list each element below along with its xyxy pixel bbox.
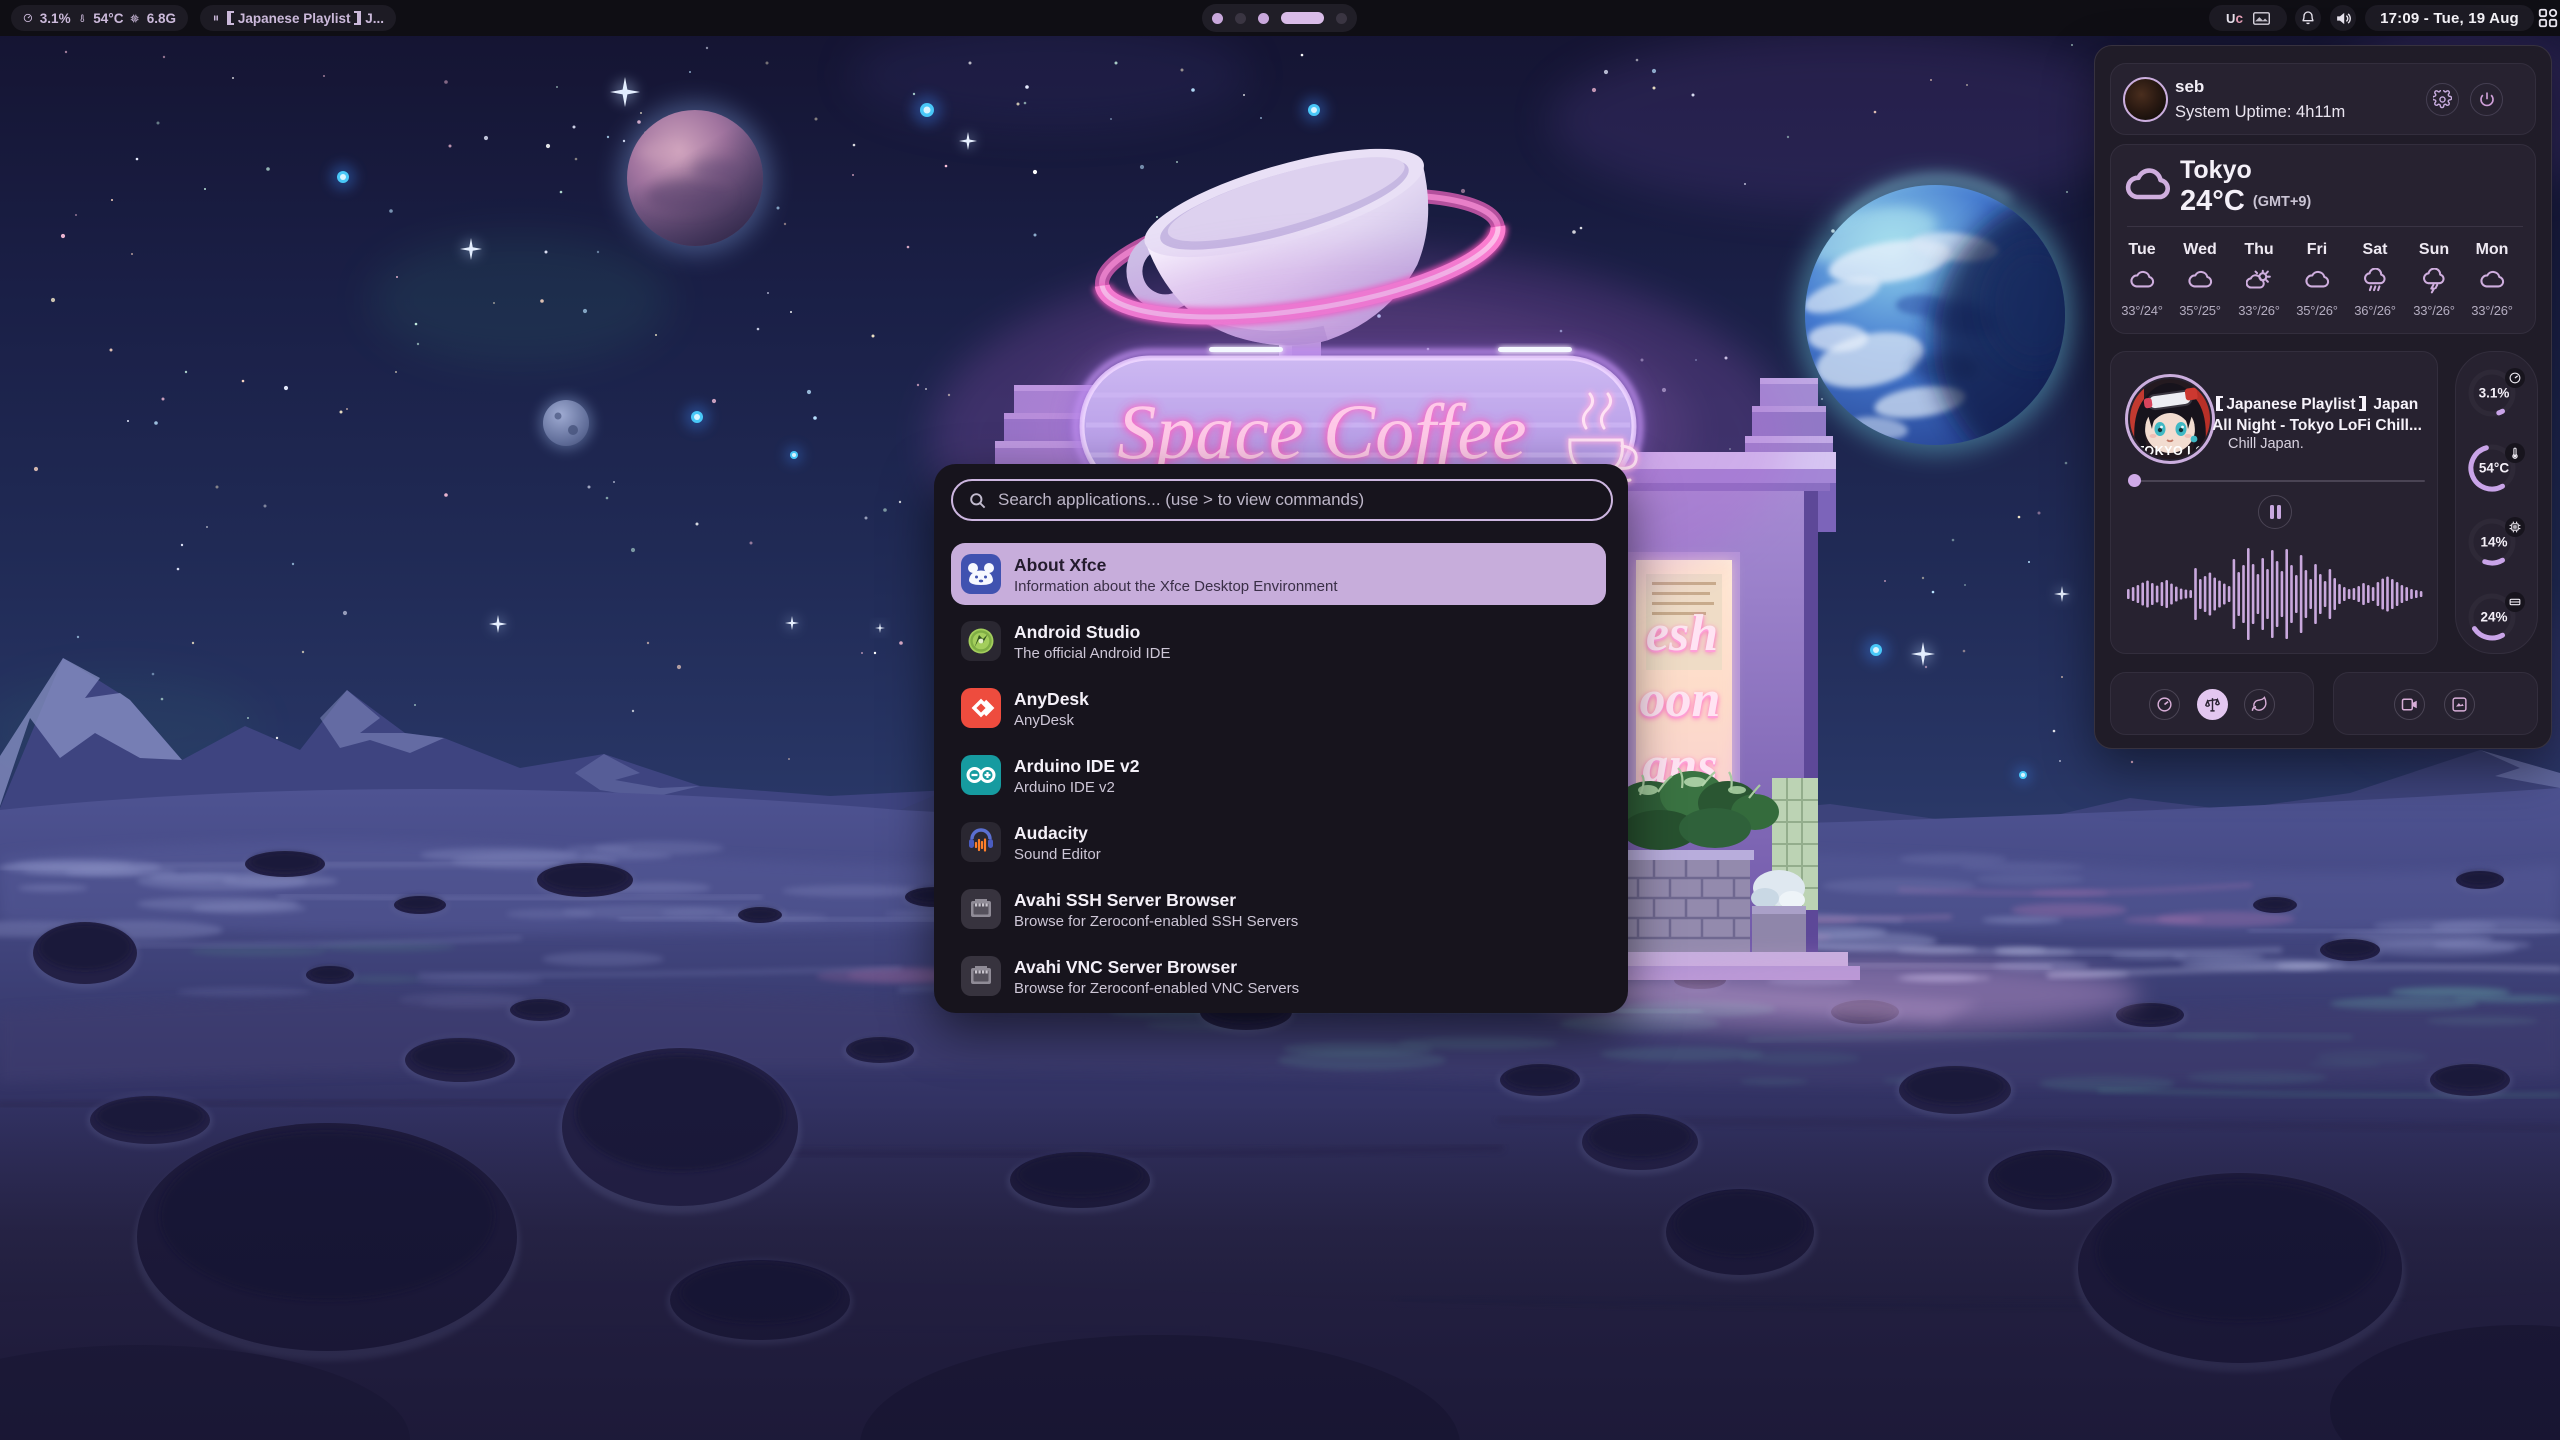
- svg-text:esh: esh: [1646, 605, 1718, 662]
- svg-text:3.1%: 3.1%: [2479, 386, 2510, 401]
- svg-text:24%: 24%: [2480, 610, 2507, 625]
- svg-text:oon: oon: [1640, 671, 1721, 728]
- svg-text:54°C: 54°C: [2479, 461, 2509, 476]
- svg-text:Space Coffee: Space Coffee: [1117, 388, 1526, 475]
- svg-text:14%: 14%: [2480, 535, 2507, 550]
- svg-text:TOKYO LO: TOKYO LO: [2136, 444, 2205, 458]
